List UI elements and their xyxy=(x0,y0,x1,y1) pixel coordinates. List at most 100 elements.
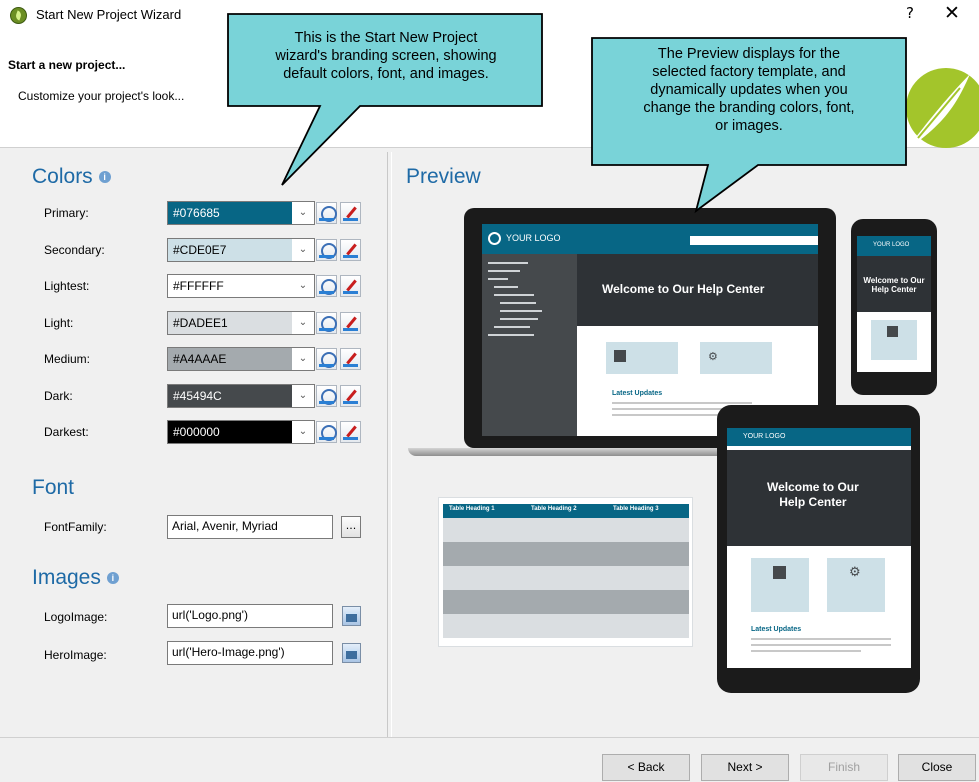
table-heading-2: Table Heading 2 xyxy=(531,506,577,512)
fontfamily-field[interactable]: Arial, Avenir, Myriad xyxy=(167,515,333,539)
color-value: #FFFFFF xyxy=(173,279,224,293)
color-value: #A4AAAE xyxy=(173,352,227,366)
color-value: #45494C xyxy=(173,389,222,403)
tablet-gear-icon: ⚙ xyxy=(849,564,861,579)
color-picker-icon[interactable] xyxy=(316,275,337,297)
color-combo[interactable]: #FFFFFF ⌄ xyxy=(167,274,315,298)
app-feather-icon xyxy=(10,7,27,24)
tablet-logo-text: YOUR LOGO xyxy=(743,433,786,440)
colors-heading-text: Colors xyxy=(32,165,93,188)
laptop-updates-heading: Latest Updates xyxy=(612,390,663,397)
eyedropper-icon[interactable] xyxy=(340,312,361,334)
color-label: Lightest: xyxy=(44,279,90,293)
right-callout-line: dynamically updates when you xyxy=(650,82,848,98)
color-picker-icon[interactable] xyxy=(316,239,337,261)
heroimage-label: HeroImage: xyxy=(44,648,107,662)
font-heading: Font xyxy=(32,476,75,499)
window-title: Start New Project Wizard xyxy=(36,7,182,22)
fontfamily-browse-button[interactable]: ... xyxy=(341,516,361,538)
color-value: #CDE0E7 xyxy=(173,243,227,257)
images-info-icon[interactable]: i xyxy=(106,572,119,584)
back-button[interactable]: < Back xyxy=(602,754,690,781)
right-callout-line: or images. xyxy=(715,118,783,134)
laptop-hero-text: Welcome to Our Help Center xyxy=(602,282,765,296)
laptop-search-box xyxy=(690,236,818,245)
color-picker-icon[interactable] xyxy=(316,421,337,443)
color-value: #000000 xyxy=(173,425,220,439)
color-picker-icon[interactable] xyxy=(316,385,337,407)
color-label: Secondary: xyxy=(44,243,105,257)
finish-button[interactable]: Finish xyxy=(800,754,888,781)
logoimage-browse-icon[interactable] xyxy=(342,606,361,626)
right-callout-text: The Preview displays for the selected fa… xyxy=(594,45,904,135)
chevron-down-icon[interactable]: ⌄ xyxy=(292,239,314,261)
color-combo[interactable]: #000000 ⌄ xyxy=(167,420,315,444)
color-value: #DADEE1 xyxy=(173,316,228,330)
color-combo[interactable]: #076685 ⌄ xyxy=(167,201,315,225)
eyedropper-icon[interactable] xyxy=(340,202,361,224)
tablet-screen: YOUR LOGO Welcome to Our Help Center ⚙ L… xyxy=(727,428,911,668)
right-callout-line: change the branding colors, font, xyxy=(643,100,855,116)
tablet-check-icon xyxy=(773,566,786,579)
color-picker-icon[interactable] xyxy=(316,312,337,334)
tablet-updates-heading: Latest Updates xyxy=(751,626,802,633)
heroimage-field[interactable]: url('Hero-Image.png') xyxy=(167,641,333,665)
phone-logo-text: YOUR LOGO xyxy=(873,242,910,248)
logoimage-field[interactable]: url('Logo.png') xyxy=(167,604,333,628)
logoimage-value: url('Logo.png') xyxy=(172,608,248,622)
chevron-down-icon[interactable]: ⌄ xyxy=(292,202,314,224)
next-button[interactable]: Next > xyxy=(701,754,789,781)
header-subtitle: Customize your project's look... xyxy=(18,89,185,103)
fontfamily-value: Arial, Avenir, Myriad xyxy=(172,519,278,533)
eyedropper-icon[interactable] xyxy=(340,348,361,370)
heroimage-browse-icon[interactable] xyxy=(342,643,361,663)
close-button[interactable]: Close xyxy=(898,754,976,781)
flare-logo-icon xyxy=(906,68,979,148)
laptop-gear-icon: ⚙ xyxy=(708,351,718,363)
color-label: Medium: xyxy=(44,352,91,366)
panel-splitter[interactable] xyxy=(387,152,392,737)
chevron-down-icon[interactable]: ⌄ xyxy=(292,421,314,443)
help-button[interactable]: ? xyxy=(900,4,920,26)
color-combo[interactable]: #DADEE1 ⌄ xyxy=(167,311,315,335)
eyedropper-icon[interactable] xyxy=(340,239,361,261)
fontfamily-label: FontFamily: xyxy=(44,520,107,534)
laptop-logo-icon xyxy=(488,232,501,245)
tablet-hero-line-1: Welcome to Our xyxy=(767,480,859,494)
chevron-down-icon[interactable]: ⌄ xyxy=(292,348,314,370)
table-heading-3: Table Heading 3 xyxy=(613,506,659,512)
eyedropper-icon[interactable] xyxy=(340,385,361,407)
color-label: Darkest: xyxy=(44,425,89,439)
chevron-down-icon[interactable]: ⌄ xyxy=(292,385,314,407)
table-heading-1: Table Heading 1 xyxy=(449,506,495,512)
left-callout-text: This is the Start New Project wizard's b… xyxy=(228,29,544,83)
chevron-down-icon[interactable]: ⌄ xyxy=(292,275,314,297)
color-combo[interactable]: #CDE0E7 ⌄ xyxy=(167,238,315,262)
laptop-sidebar xyxy=(482,254,577,436)
eyedropper-icon[interactable] xyxy=(340,275,361,297)
left-callout-line: default colors, font, and images. xyxy=(283,66,489,82)
images-heading-text: Images xyxy=(32,566,101,589)
color-label: Primary: xyxy=(44,206,89,220)
right-callout-line: selected factory template, and xyxy=(652,64,846,80)
eyedropper-icon[interactable] xyxy=(340,421,361,443)
phone-check-icon xyxy=(887,326,898,337)
logoimage-label: LogoImage: xyxy=(44,610,108,624)
left-callout-line: wizard's branding screen, showing xyxy=(275,48,497,64)
laptop-logo-text: YOUR LOGO xyxy=(506,233,561,243)
table-preview: Table Heading 1 Table Heading 2 Table He… xyxy=(438,497,693,647)
phone-hero-text: Welcome to Our Help Center xyxy=(863,276,925,294)
color-label: Light: xyxy=(44,316,74,330)
phone-screen: YOUR LOGO Welcome to Our Help Center xyxy=(857,236,931,372)
color-combo[interactable]: #A4AAAE ⌄ xyxy=(167,347,315,371)
color-combo[interactable]: #45494C ⌄ xyxy=(167,384,315,408)
laptop-check-icon xyxy=(614,350,626,362)
images-heading: Images i xyxy=(32,566,119,590)
color-value: #076685 xyxy=(173,206,220,220)
colors-info-icon[interactable]: i xyxy=(98,171,111,183)
tablet-hero-line-2: Help Center xyxy=(779,495,847,509)
color-picker-icon[interactable] xyxy=(316,202,337,224)
chevron-down-icon[interactable]: ⌄ xyxy=(292,312,314,334)
color-picker-icon[interactable] xyxy=(316,348,337,370)
window-close-button[interactable]: ✕ xyxy=(940,2,964,26)
